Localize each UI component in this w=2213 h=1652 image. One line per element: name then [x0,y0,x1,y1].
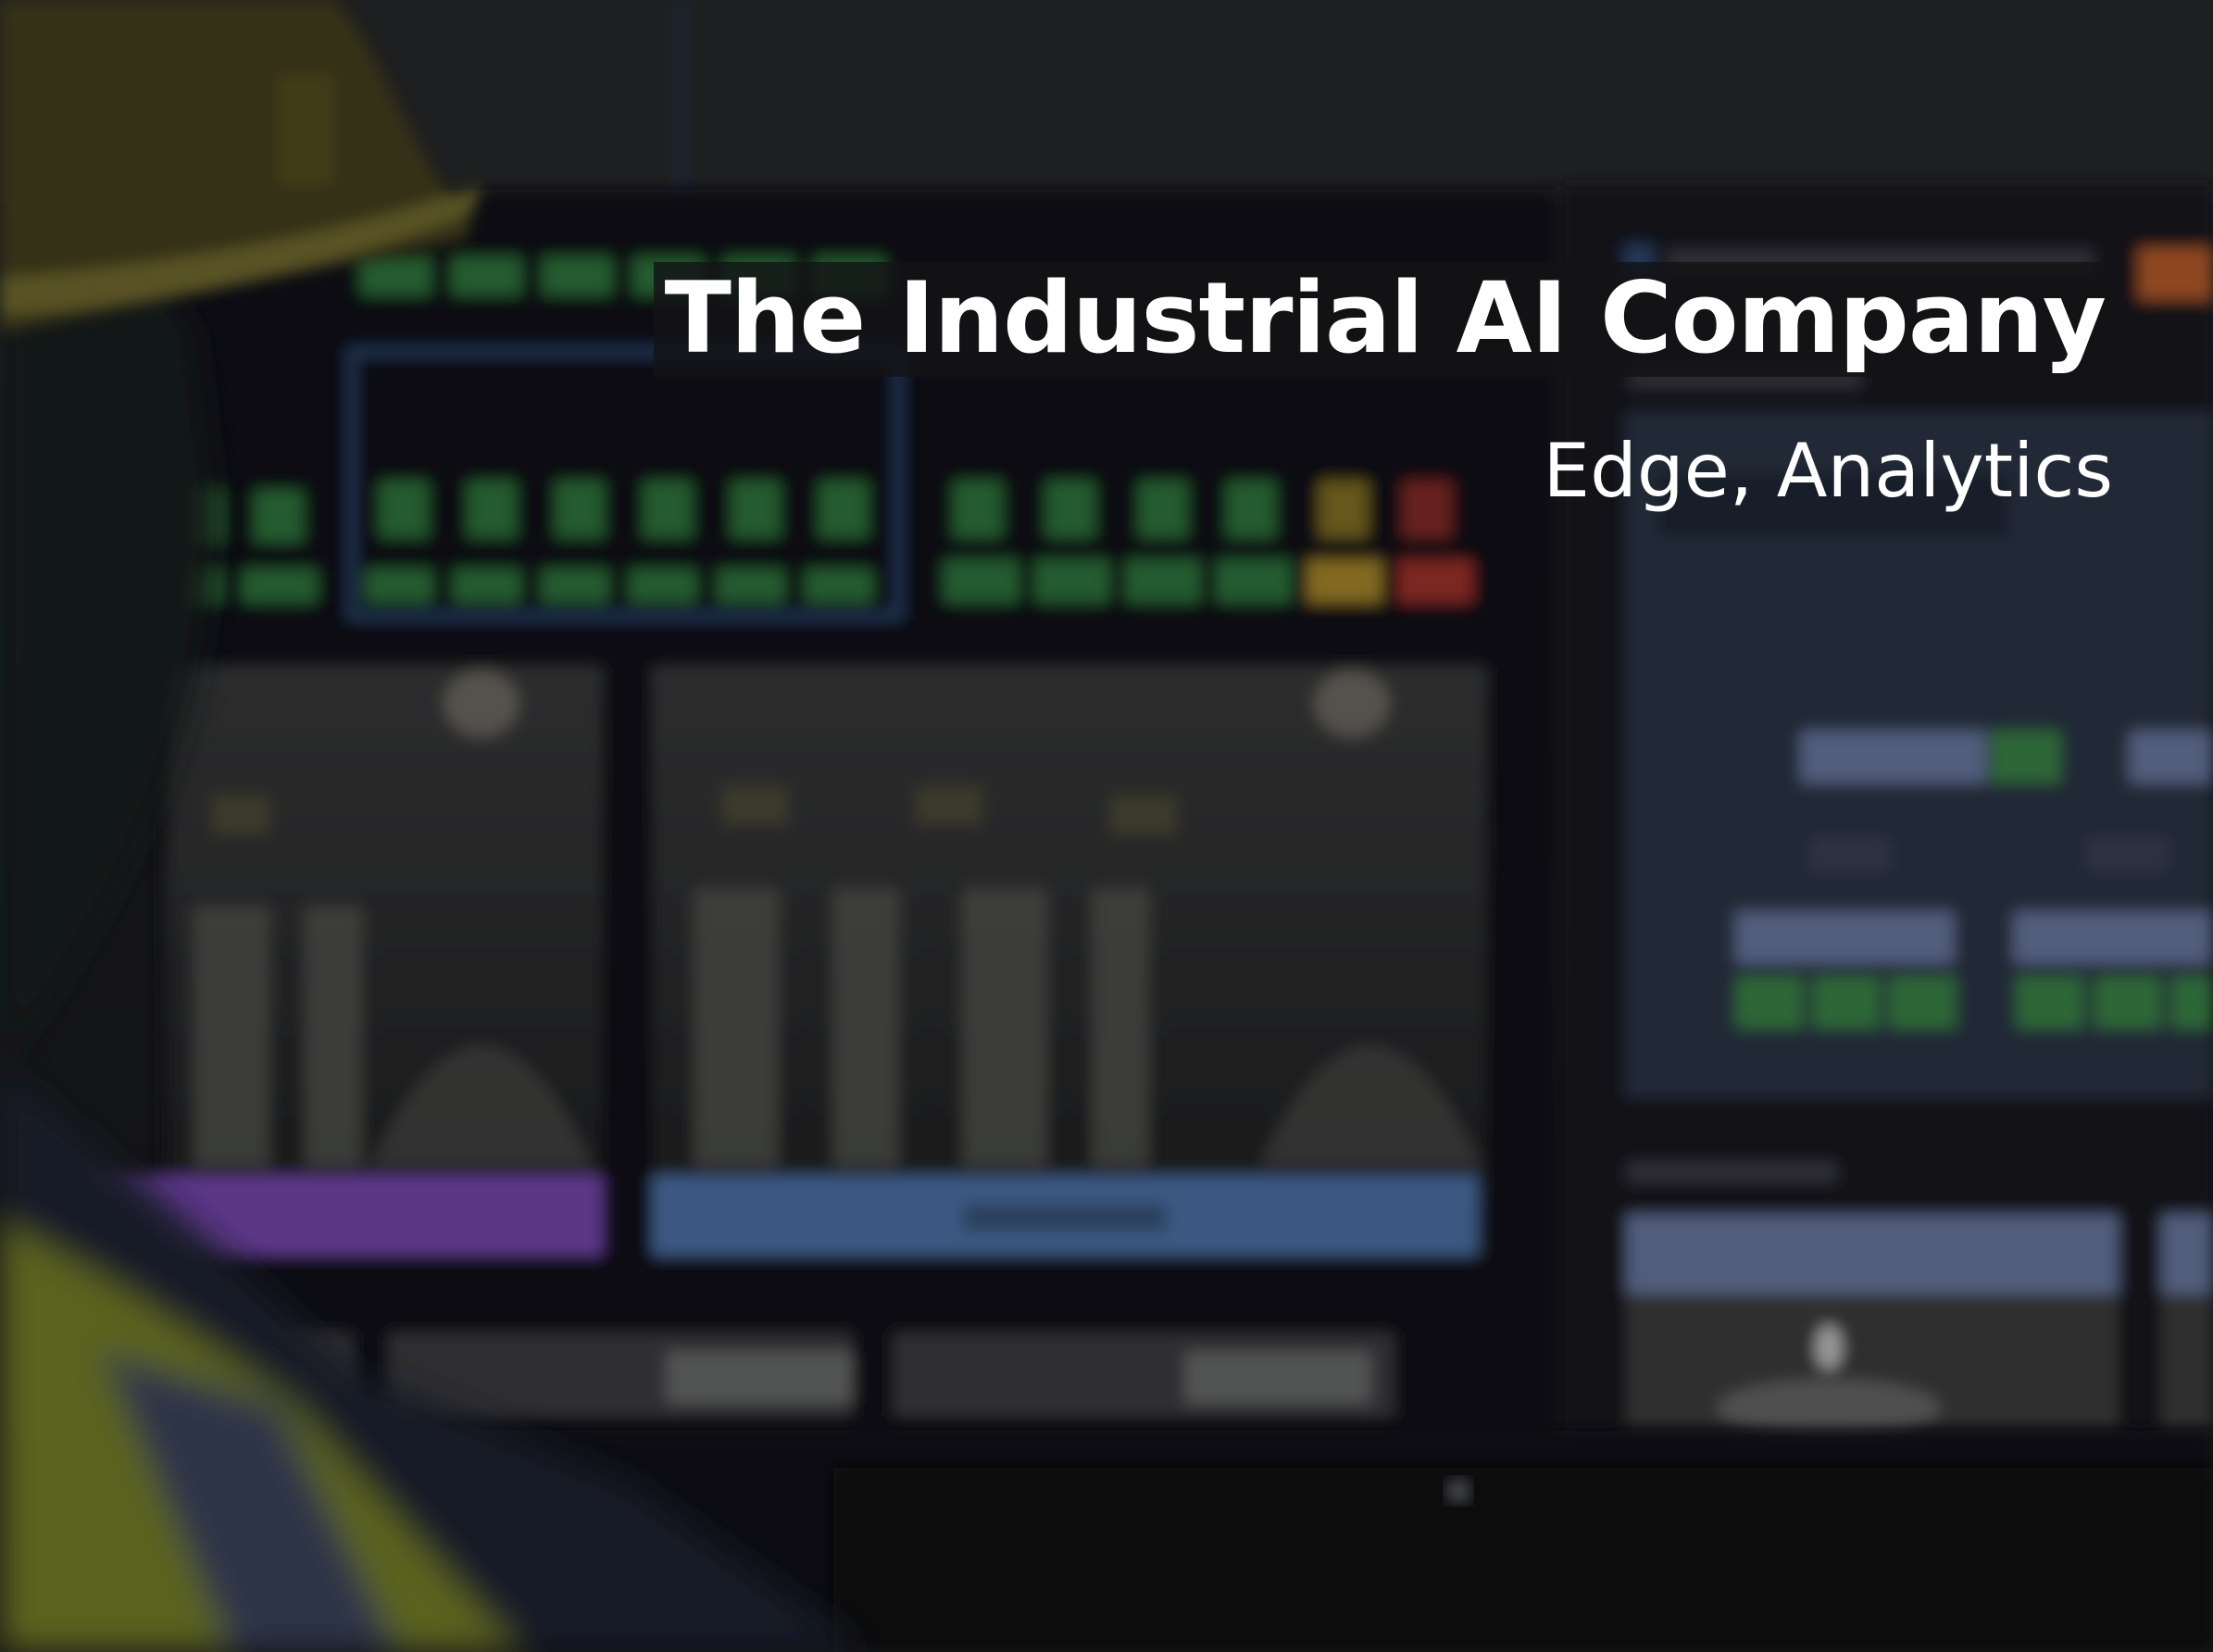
hero-subtitle: Edge, Analytics [1543,428,2113,514]
hero-banner: The Industrial AI Company Edge, Analytic… [0,0,2213,1652]
hero-title: The Industrial AI Company [653,262,2111,378]
dark-overlay [0,0,2213,1652]
